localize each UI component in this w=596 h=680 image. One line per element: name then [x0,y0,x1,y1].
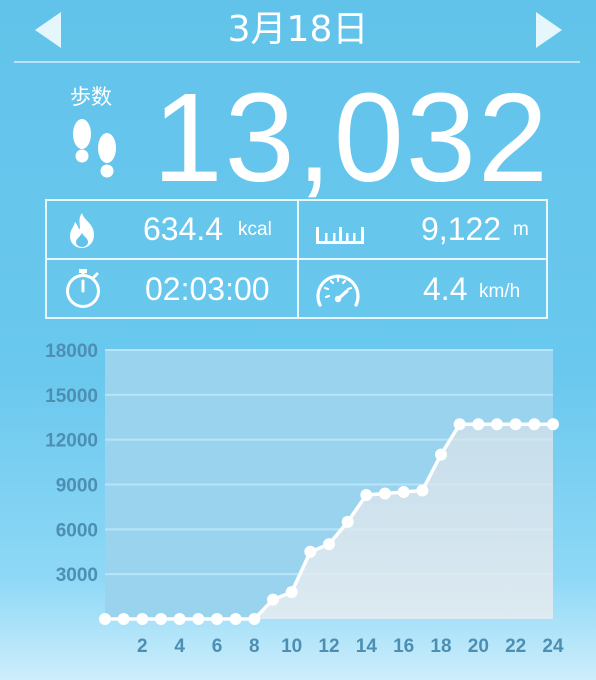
y-tick-label: 12000 [45,431,98,452]
chart-data-point [472,418,485,431]
chart-data-point [267,593,279,606]
x-tick-label: 22 [505,636,526,657]
chart-data-point [229,613,242,625]
chart-data-point [491,418,503,431]
x-tick-label: 6 [212,636,223,657]
x-tick-label: 18 [430,636,451,657]
chart-data-point [99,613,111,625]
x-tick-label: 24 [542,636,564,657]
distance-value: 9,122 [421,211,502,247]
x-tick-label: 14 [356,636,378,657]
x-tick-label: 10 [281,636,302,657]
footprints-icon [73,119,116,178]
chart-data-point [211,613,223,625]
header-divider [14,61,580,63]
steps-label: 歩数 [70,85,112,109]
y-tick-label: 18000 [45,341,98,362]
chart-data-point [117,613,130,625]
speed-unit: km/h [479,281,521,302]
y-tick-label: 6000 [56,520,98,541]
stats-panel: 634.4 kcal 9,122 m 02:03:00 4.4 km/h [45,199,548,319]
flame-icon [70,213,94,248]
chart-y-axis: 3000 6000 9000 12000 15000 18000 [45,341,98,586]
next-day-button[interactable] [536,12,562,48]
stats-divider-horizontal [47,258,546,260]
calories-value: 634.4 [143,211,224,247]
chart-data-point [323,538,335,551]
steps-chart: 300060009000120001500018000 2 4 6 8 10 12 14 16… [45,341,564,657]
y-tick-label: 15000 [45,386,98,407]
stopwatch-icon [66,269,100,308]
date-header: 3月18日 [0,0,596,62]
chart-x-axis: 2 4 6 8 10 12 14 16 18 20 22 24 [137,636,564,657]
duration-value: 02:03:00 [145,271,270,307]
chart-data-point [379,487,391,500]
chart-data-point [416,484,429,497]
chart-data-point [397,485,410,498]
date-title: 3月18日 [227,9,369,50]
chart-data-point [173,613,186,625]
y-tick-label: 9000 [56,476,98,497]
speedometer-icon [316,274,360,307]
chart-data-point [453,418,466,431]
chart-data-point [528,418,541,431]
chart-data-point [509,418,522,431]
chart-data-point [192,613,205,625]
chart-data-point [435,448,447,461]
y-tick-label: 3000 [56,565,98,586]
chart-data-point [285,586,298,599]
chart-data-point [304,545,317,558]
x-tick-label: 2 [137,636,148,657]
chart-data-point [360,488,373,501]
x-tick-label: 20 [468,636,489,657]
ruler-icon [316,227,364,244]
x-tick-label: 16 [393,636,414,657]
steps-count: 13,032 [152,67,550,208]
chart-data-point [547,418,559,431]
calories-unit: kcal [238,219,272,240]
distance-unit: m [513,219,529,240]
chart-data-point [155,613,167,625]
chart-data-point [341,515,354,528]
x-tick-label: 4 [174,636,185,657]
chart-data-point [248,613,261,625]
x-tick-label: 12 [318,636,339,657]
x-tick-label: 8 [249,636,260,657]
speed-value: 4.4 [423,271,468,307]
chart-data-point [136,613,149,625]
